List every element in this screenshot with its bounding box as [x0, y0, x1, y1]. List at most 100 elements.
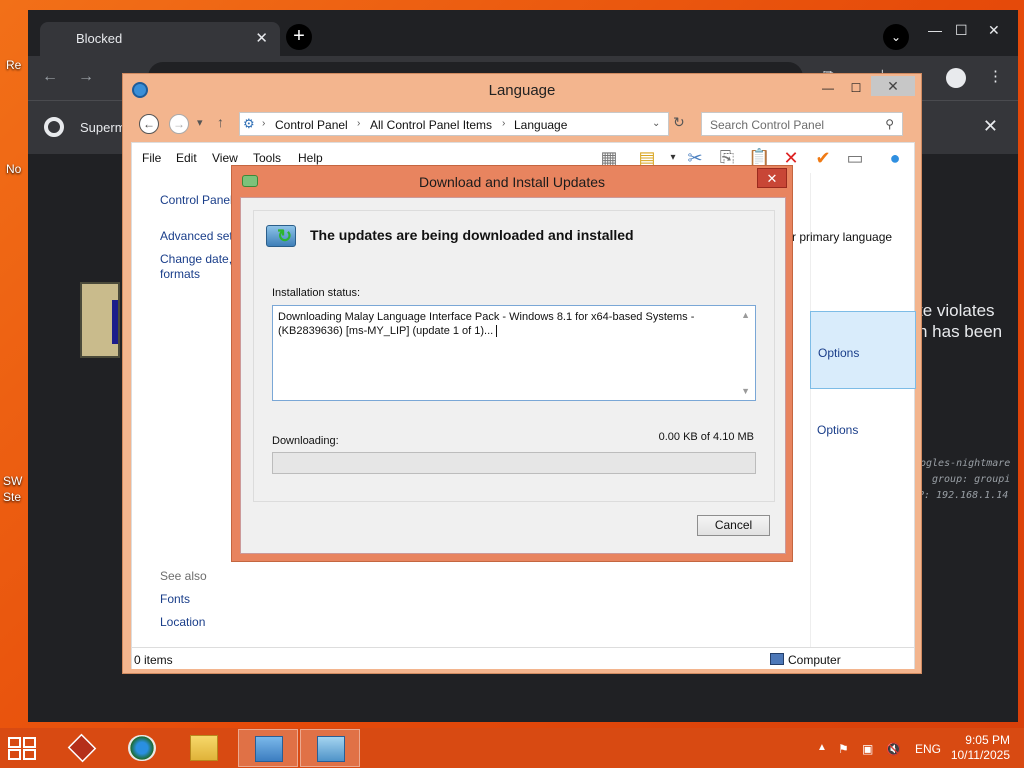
- download-size-text: 0.00 KB of 4.10 MB: [658, 431, 754, 443]
- search-placeholder: Search Control Panel: [710, 118, 825, 132]
- browser-tab[interactable]: Blocked ✕: [40, 22, 280, 56]
- new-tab-button[interactable]: +: [286, 24, 312, 50]
- taskbar-app-explorer[interactable]: [174, 729, 234, 767]
- profile-avatar[interactable]: [946, 68, 966, 88]
- menu-edit[interactable]: Edit: [176, 151, 197, 165]
- tab-search-button[interactable]: ⌄: [883, 24, 909, 50]
- browser-tab-bar: Blocked ✕ + ⌄ — ☐ ✕: [28, 10, 1018, 56]
- network-icon[interactable]: ▣: [862, 742, 873, 756]
- sidebar-link-location[interactable]: Location: [160, 615, 205, 630]
- desktop-icon-label[interactable]: Re: [6, 58, 21, 72]
- log-text-container: Downloading Malay Language Interface Pac…: [278, 310, 738, 338]
- refresh-icon[interactable]: ↻: [673, 114, 685, 131]
- sidebar-link-home[interactable]: Control Panel: [160, 193, 233, 208]
- desktop-icon-label[interactable]: Ste: [3, 490, 21, 504]
- clock-time: 9:05 PM: [965, 733, 1010, 747]
- sidebar-link-fonts[interactable]: Fonts: [160, 592, 190, 607]
- chrome-icon: [44, 117, 64, 137]
- installation-status-label: Installation status:: [272, 287, 361, 299]
- infobar-close-icon[interactable]: ✕: [983, 116, 998, 137]
- breadcrumb-item[interactable]: Language: [514, 118, 567, 132]
- input-language[interactable]: ENG: [915, 742, 941, 756]
- address-toolbar: ← → ▾ ↑ ⚙ › Control Panel › All Control …: [131, 110, 915, 138]
- options-link[interactable]: Options: [817, 423, 858, 437]
- language-row[interactable]: Options: [810, 389, 916, 467]
- tab-title: Blocked: [76, 31, 123, 46]
- breadcrumb-item[interactable]: All Control Panel Items: [370, 118, 492, 132]
- computer-icon: [770, 653, 784, 665]
- taskbar: ▲ ⚑ ▣ 🔇 ENG 9:05 PM 10/11/2025: [0, 728, 1024, 768]
- update-app-icon: [317, 736, 345, 762]
- start-button[interactable]: [8, 737, 38, 761]
- sidebar-link-formats[interactable]: formats: [160, 267, 200, 282]
- taskbar-app-browser[interactable]: [112, 729, 172, 767]
- forward-button[interactable]: →: [169, 114, 189, 134]
- address-dropdown-icon[interactable]: ⌄: [652, 118, 660, 129]
- breadcrumb-separator-icon[interactable]: ›: [357, 118, 360, 129]
- minimize-icon[interactable]: —: [815, 78, 841, 98]
- recent-locations-icon[interactable]: ▾: [197, 116, 203, 129]
- menu-view[interactable]: View: [212, 151, 238, 165]
- blocked-detail: ogles-nightmare: [920, 458, 1011, 469]
- taskbar-app-control-panel[interactable]: [238, 729, 298, 767]
- search-icon[interactable]: ⚲: [885, 117, 894, 131]
- properties-icon[interactable]: ▭: [844, 147, 866, 169]
- window-title: Language: [488, 82, 556, 99]
- sidebar-link-date[interactable]: Change date,: [160, 252, 232, 267]
- clock[interactable]: 9:05 PM 10/11/2025: [944, 733, 1010, 763]
- breadcrumb-separator-icon[interactable]: ›: [262, 118, 265, 129]
- dialog-title: Download and Install Updates: [418, 174, 605, 190]
- taskbar-app-network[interactable]: [52, 729, 112, 767]
- breadcrumb-item[interactable]: Control Panel: [275, 118, 348, 132]
- item-count: 0 items: [134, 653, 173, 667]
- control-panel-app-icon: [255, 736, 283, 762]
- primary-language-text: r primary language: [792, 230, 893, 244]
- update-dialog: Download and Install Updates ✕ The updat…: [231, 165, 793, 562]
- minimize-icon[interactable]: —: [928, 22, 942, 38]
- scroll-down-icon[interactable]: ▼: [741, 386, 750, 396]
- show-hidden-icons[interactable]: ▲: [817, 742, 827, 753]
- installation-log[interactable]: Downloading Malay Language Interface Pac…: [272, 305, 756, 401]
- breadcrumb-separator-icon[interactable]: ›: [502, 118, 505, 129]
- back-icon[interactable]: ←: [42, 68, 58, 86]
- cancel-button[interactable]: Cancel: [697, 515, 770, 536]
- maximize-icon[interactable]: ☐: [843, 78, 869, 98]
- volume-mute-icon[interactable]: 🔇: [886, 742, 901, 756]
- language-row[interactable]: Options: [810, 311, 916, 389]
- control-panel-icon: ⚙: [243, 116, 255, 131]
- forward-icon[interactable]: →: [78, 68, 94, 86]
- check-icon[interactable]: ✔: [812, 147, 834, 169]
- breadcrumb[interactable]: ⚙ › Control Panel › All Control Panel It…: [239, 112, 669, 136]
- close-button[interactable]: ✕: [871, 76, 915, 96]
- options-link[interactable]: Options: [818, 346, 859, 360]
- search-box[interactable]: Search Control Panel ⚲: [701, 112, 903, 136]
- back-button[interactable]: ←: [139, 114, 159, 134]
- maximize-icon[interactable]: ☐: [955, 22, 968, 39]
- close-icon[interactable]: ✕: [988, 22, 1000, 39]
- action-center-icon[interactable]: ⚑: [838, 742, 849, 756]
- blocked-message-line: te violates: [918, 301, 995, 320]
- menu-tools[interactable]: Tools: [253, 151, 281, 165]
- dialog-close-button[interactable]: ✕: [757, 168, 787, 188]
- desktop-icon-label[interactable]: SW: [3, 474, 22, 488]
- downloading-label: Downloading:: [272, 435, 339, 447]
- scroll-up-icon[interactable]: ▲: [741, 310, 750, 320]
- see-also-heading: See also: [160, 569, 207, 583]
- menu-help[interactable]: Help: [298, 151, 323, 165]
- update-download-icon: [266, 225, 296, 247]
- sidebar-link-advanced[interactable]: Advanced set: [160, 229, 233, 244]
- menu-icon[interactable]: ⋮: [988, 67, 1003, 85]
- status-location: Computer: [788, 653, 841, 667]
- desktop-icon-label[interactable]: No: [6, 162, 21, 176]
- network-app-icon: [67, 733, 97, 763]
- globe-icon[interactable]: ●: [884, 147, 906, 169]
- up-icon[interactable]: ↑: [217, 114, 224, 130]
- blocked-message-line: n has been: [918, 322, 1003, 341]
- tab-close-icon[interactable]: ✕: [255, 29, 268, 47]
- blocked-detail: P: 192.168.1.14: [918, 490, 1009, 501]
- taskbar-app-updates[interactable]: [300, 729, 360, 767]
- title-bar[interactable]: Language — ☐ ✕: [123, 74, 921, 106]
- dialog-panel: The updates are being downloaded and ins…: [253, 210, 775, 502]
- menu-file[interactable]: File: [142, 151, 161, 165]
- dialog-content: The updates are being downloaded and ins…: [240, 197, 786, 554]
